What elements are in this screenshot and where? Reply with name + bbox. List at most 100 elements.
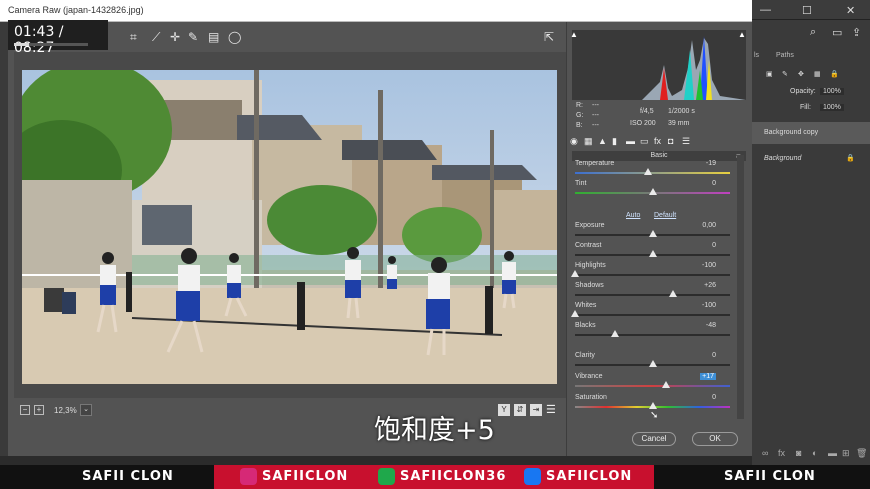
presets-tab-icon[interactable]: ☰: [682, 136, 690, 147]
share-icon[interactable]: ⇪: [852, 26, 861, 39]
crop-icon[interactable]: ⌗: [130, 30, 137, 45]
open-preferences-icon[interactable]: ⇱: [544, 30, 554, 44]
slider-thumb[interactable]: [648, 402, 657, 409]
layer-background-copy[interactable]: Background copy: [752, 122, 870, 144]
slider-thumb[interactable]: [643, 168, 652, 175]
shadow-clipping-icon[interactable]: ▲: [570, 30, 578, 39]
slider-value[interactable]: -19: [706, 160, 716, 167]
slider-track[interactable]: [575, 314, 730, 316]
slider-track[interactable]: [575, 274, 730, 276]
slider-clarity[interactable]: Clarity 0: [575, 352, 730, 372]
split-toning-tab-icon[interactable]: ▬: [626, 136, 635, 146]
straighten-icon[interactable]: ⟋: [152, 30, 160, 45]
copy-settings-icon[interactable]: ⇥: [530, 404, 542, 416]
fill-field[interactable]: 100%: [820, 104, 844, 111]
search-icon[interactable]: ⌕: [810, 26, 816, 39]
camera-calibration-tab-icon[interactable]: ◘: [668, 136, 673, 146]
slider-tint[interactable]: Tint 0: [575, 180, 730, 200]
slider-value[interactable]: -48: [706, 322, 716, 329]
slider-track[interactable]: [575, 334, 730, 336]
opacity-label: Opacity:: [790, 88, 816, 95]
slider-track[interactable]: [575, 294, 730, 296]
slider-whites[interactable]: Whites -100: [571, 302, 730, 322]
brush-lock-icon[interactable]: ✎: [782, 70, 788, 78]
zoom-out-button[interactable]: −: [20, 405, 30, 415]
basic-tab-icon[interactable]: ◉: [570, 136, 578, 147]
before-after-toggle-icon[interactable]: Y: [498, 404, 510, 416]
banner-left-text: SAFII CLON: [82, 469, 174, 484]
new-layer-icon[interactable]: ⊞: [842, 448, 850, 459]
slider-value[interactable]: -100: [702, 262, 716, 269]
workspace-icon[interactable]: ▭: [832, 26, 842, 39]
radial-filter-icon[interactable]: ◯: [228, 30, 241, 44]
layer-background[interactable]: Background 🔒: [752, 148, 870, 170]
slider-thumb[interactable]: [571, 270, 579, 277]
slider-value[interactable]: -100: [702, 302, 716, 309]
slider-value[interactable]: 0,00: [702, 222, 716, 229]
panel-scrollbar[interactable]: [737, 155, 744, 419]
slider-shadows[interactable]: Shadows +26: [575, 282, 730, 302]
slider-value[interactable]: 0: [712, 180, 716, 187]
highlight-clipping-icon[interactable]: ▲: [738, 30, 746, 39]
slider-value[interactable]: 0: [712, 242, 716, 249]
slider-track[interactable]: [575, 172, 730, 174]
lens-tab-icon[interactable]: ▭: [640, 136, 649, 147]
slider-value[interactable]: +26: [704, 282, 716, 289]
slider-contrast[interactable]: Contrast 0: [575, 242, 730, 262]
toggle-defaults-icon[interactable]: ☰: [546, 403, 556, 416]
ok-button[interactable]: OK: [692, 432, 738, 446]
slider-thumb[interactable]: [611, 330, 620, 337]
slider-thumb[interactable]: [648, 250, 657, 257]
slider-exposure[interactable]: Exposure 0,00: [575, 222, 730, 242]
swap-settings-icon[interactable]: ⇵: [514, 404, 526, 416]
slider-thumb[interactable]: [571, 310, 579, 317]
slider-thumb[interactable]: [668, 290, 677, 297]
folder-icon[interactable]: ▬: [828, 448, 837, 458]
move-lock-icon[interactable]: ✥: [798, 70, 804, 78]
video-progress-bar[interactable]: [14, 43, 88, 46]
slider-label: Exposure: [575, 222, 605, 229]
graduated-filter-icon[interactable]: ▤: [208, 30, 219, 44]
cancel-button[interactable]: Cancel: [632, 432, 676, 446]
slider-thumb[interactable]: [661, 381, 670, 388]
slider-thumb[interactable]: [648, 230, 657, 237]
lock-icon[interactable]: 🔒: [830, 70, 839, 78]
mask-icon[interactable]: ◙: [796, 448, 801, 458]
window-title: Camera Raw (japan-1432826.jpg): [8, 5, 144, 15]
slider-highlights[interactable]: Highlights -100: [571, 262, 730, 282]
tone-curve-tab-icon[interactable]: ▦: [584, 136, 593, 147]
maximize-icon[interactable]: ☐: [802, 4, 812, 17]
opacity-field[interactable]: 100%: [820, 88, 844, 95]
brush-icon[interactable]: ✎: [188, 30, 198, 44]
link-icon[interactable]: ∞: [762, 448, 768, 458]
zoom-dropdown-chevron-icon[interactable]: ⌄: [80, 404, 92, 416]
slider-vibrance[interactable]: Vibrance +17: [575, 373, 730, 393]
tab-layers[interactable]: ls: [754, 52, 759, 59]
detail-tab-icon[interactable]: ▲: [598, 136, 607, 146]
fx-tab-icon[interactable]: fx: [654, 136, 661, 146]
default-link[interactable]: Default: [654, 212, 676, 219]
zoom-level[interactable]: 12,3%: [54, 406, 77, 415]
close-icon[interactable]: ✕: [846, 4, 855, 17]
slider-thumb[interactable]: [648, 360, 657, 367]
pixel-lock-icon[interactable]: ▣: [766, 70, 773, 78]
slider-value[interactable]: 0: [712, 352, 716, 359]
minimize-icon[interactable]: —: [760, 4, 771, 16]
artboard-lock-icon[interactable]: ▦: [814, 70, 821, 78]
slider-temperature[interactable]: Temperature -19: [575, 160, 730, 180]
preview-image[interactable]: [22, 70, 557, 384]
slider-value[interactable]: +17: [700, 373, 716, 380]
tab-paths[interactable]: Paths: [776, 52, 794, 59]
hsl-tab-icon[interactable]: ▮: [612, 136, 617, 147]
slider-blacks[interactable]: Blacks -48: [575, 322, 730, 342]
adjustment-icon[interactable]: ◐: [812, 448, 817, 458]
fx-icon[interactable]: fx: [778, 448, 785, 458]
slider-label: Clarity: [575, 352, 595, 359]
slider-track[interactable]: [575, 385, 730, 387]
slider-thumb[interactable]: [648, 188, 657, 195]
zoom-in-button[interactable]: +: [34, 405, 44, 415]
auto-link[interactable]: Auto: [626, 212, 640, 219]
trash-icon[interactable]: 🗑: [856, 448, 867, 459]
slider-value[interactable]: 0: [712, 394, 716, 401]
spot-removal-icon[interactable]: ✛: [170, 30, 180, 44]
